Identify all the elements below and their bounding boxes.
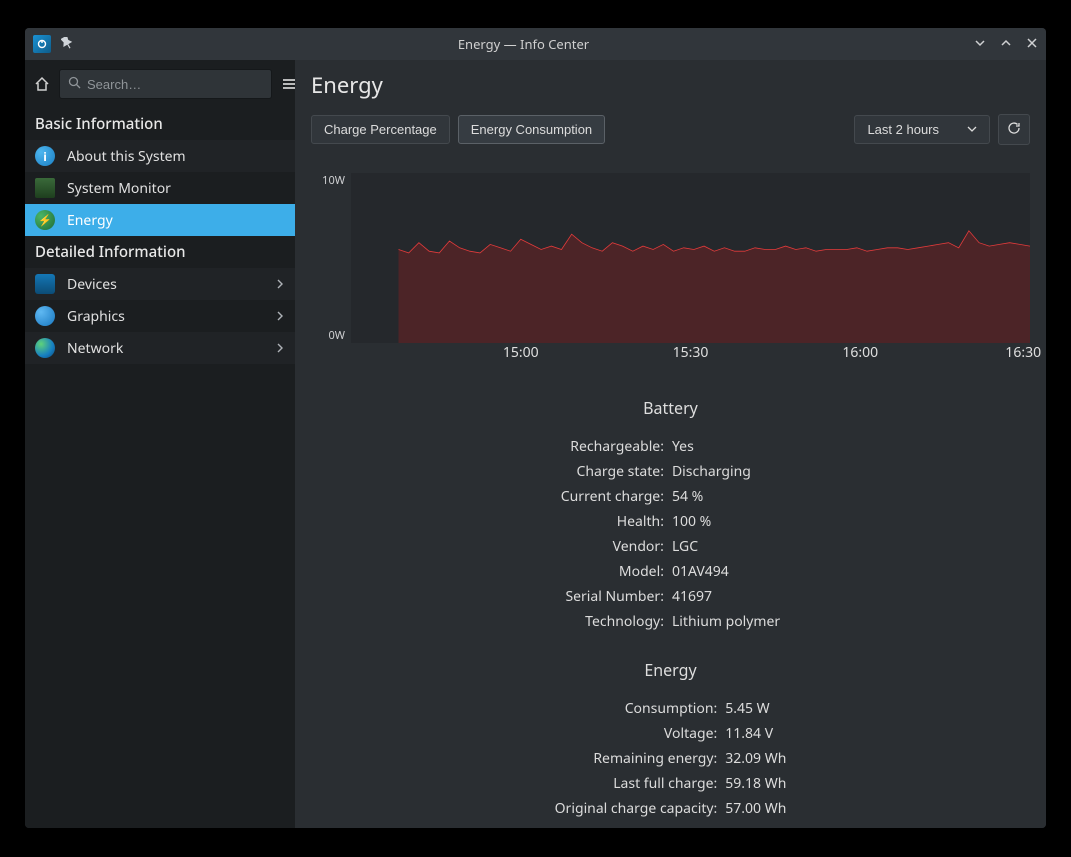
sidebar-item-system-monitor[interactable]: System Monitor [25,172,295,204]
battery-row-key: Health: [561,512,664,531]
chevron-right-icon [275,339,285,358]
chart-x-tick: 16:30 [1005,343,1041,362]
chart: 10W 0W 15:0015:3016:0016:30 [311,173,1030,357]
energy-row-key: Consumption: [555,699,718,718]
sidebar-item-label: Graphics [67,307,263,326]
battery-row-key: Charge state: [561,462,664,481]
refresh-button[interactable] [998,114,1030,145]
sidebar-item-label: Network [67,339,263,358]
sidebar-item-label: Energy [67,211,285,230]
battery-row-value: 100 % [672,512,780,531]
chart-plot [351,173,1030,343]
battery-section-title: Battery [295,397,1046,419]
network-icon [35,338,55,358]
energy-icon: ⚡ [35,210,55,230]
pin-icon[interactable] [61,35,73,54]
chart-x-axis: 15:0015:3016:0016:30 [351,343,1030,357]
sidebar-item-about[interactable]: i About this System [25,140,295,172]
energy-section: Energy Consumption: 5.45 W Voltage: 11.84 V… [295,659,1046,818]
sidebar: Basic Information i About this System Sy… [25,60,295,828]
section-detailed-information: Detailed Information [25,236,295,268]
home-button[interactable] [33,68,51,100]
battery-row-value: 54 % [672,487,780,506]
time-range-label: Last 2 hours [867,122,939,137]
energy-row-key: Original charge capacity: [555,799,718,818]
monitor-icon [35,178,55,198]
chart-x-tick: 16:00 [842,343,878,362]
sidebar-item-label: Devices [67,275,263,294]
battery-row-key: Rechargeable: [561,437,664,456]
battery-row-key: Technology: [561,612,664,631]
search-input[interactable] [87,77,263,92]
tab-charge-percentage[interactable]: Charge Percentage [311,115,450,144]
battery-row-value: 41697 [672,587,780,606]
graphics-icon [35,306,55,326]
energy-row-key: Last full charge: [555,774,718,793]
main-content: Energy Charge Percentage Energy Consumpt… [295,60,1046,828]
chart-x-tick: 15:30 [673,343,709,362]
sidebar-item-network[interactable]: Network [25,332,295,364]
battery-row-key: Current charge: [561,487,664,506]
app-window: Energy — Info Center Basic Information [25,28,1046,828]
sidebar-item-energy[interactable]: ⚡ Energy [25,204,295,236]
chevron-right-icon [275,307,285,326]
battery-section: Battery Rechargeable: Yes Charge state: Dis… [295,397,1046,631]
window-title: Energy — Info Center [73,35,974,53]
search-icon [68,75,81,94]
battery-row-key: Model: [561,562,664,581]
energy-row-value: 32.09 Wh [725,749,786,768]
sidebar-item-devices[interactable]: Devices [25,268,295,300]
time-range-select[interactable]: Last 2 hours [854,115,990,144]
maximize-icon[interactable] [1000,35,1012,54]
chevron-right-icon [275,275,285,294]
energy-row-value: 5.45 W [725,699,786,718]
sidebar-item-graphics[interactable]: Graphics [25,300,295,332]
battery-row-value: Discharging [672,462,780,481]
toolbar: Charge Percentage Energy Consumption Las… [295,114,1046,145]
energy-row-value: 57.00 Wh [725,799,786,818]
chevron-down-icon [967,122,977,137]
energy-row-value: 11.84 V [725,724,786,743]
titlebar[interactable]: Energy — Info Center [25,28,1046,60]
refresh-icon [1007,123,1021,138]
sidebar-item-label: About this System [67,147,285,166]
chart-y-axis: 10W 0W [311,173,351,343]
battery-row-key: Serial Number: [561,587,664,606]
battery-row-value: 01AV494 [672,562,780,581]
energy-row-key: Remaining energy: [555,749,718,768]
battery-row-value: Lithium polymer [672,612,780,631]
app-icon [33,35,51,53]
battery-row-key: Vendor: [561,537,664,556]
battery-row-value: Yes [672,437,780,456]
search-input-wrap[interactable] [59,69,272,99]
energy-row-key: Voltage: [555,724,718,743]
sidebar-item-label: System Monitor [67,179,285,198]
chart-y-tick: 0W [328,328,345,343]
tab-energy-consumption[interactable]: Energy Consumption [458,115,605,144]
info-icon: i [35,146,55,166]
chart-area [399,231,1030,343]
energy-section-title: Energy [295,659,1046,681]
page-title: Energy [295,60,1046,114]
minimize-icon[interactable] [974,35,986,54]
section-basic-information: Basic Information [25,108,295,140]
battery-row-value: LGC [672,537,780,556]
devices-icon [35,274,55,294]
chart-y-tick: 10W [322,173,345,188]
close-icon[interactable] [1026,35,1038,54]
energy-row-value: 59.18 Wh [725,774,786,793]
chart-x-tick: 15:00 [503,343,539,362]
